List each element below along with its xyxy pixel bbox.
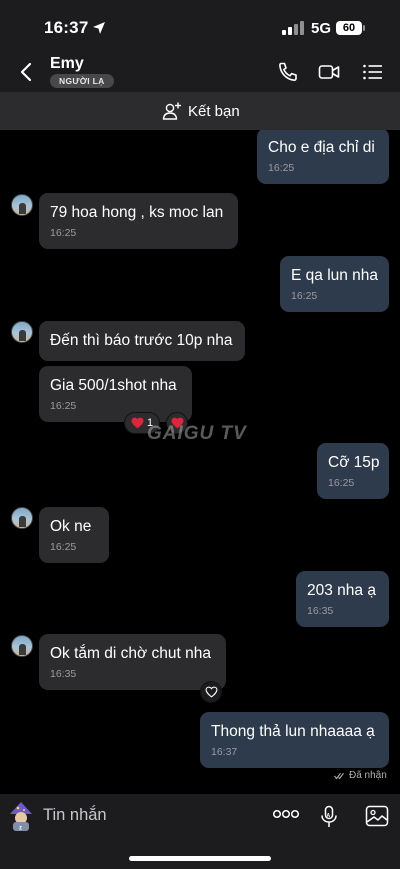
battery-icon: 60 — [336, 21, 362, 35]
list-menu-icon[interactable] — [361, 60, 385, 84]
avatar[interactable] — [11, 635, 33, 657]
home-indicator — [129, 856, 271, 861]
chevron-left-icon[interactable] — [14, 58, 40, 86]
location-arrow-icon — [93, 22, 105, 34]
image-gallery-icon[interactable] — [365, 805, 389, 827]
message-input-bar: z Tin nhắn A — [0, 794, 400, 869]
react-button[interactable] — [200, 681, 222, 703]
message-time: 16:25 — [328, 477, 355, 489]
message-time: 16:25 — [268, 162, 295, 174]
message-text: Đến thì báo trước 10p nha — [50, 332, 233, 349]
more-dots-icon[interactable] — [273, 809, 299, 819]
message-bubble-outgoing[interactable]: Thong thả lun nhaaaa ạ 16:37 — [200, 712, 389, 768]
sticker-icon[interactable]: z — [6, 800, 36, 832]
status-bar: 16:37 5G 60 — [0, 0, 400, 52]
phone-icon[interactable] — [276, 60, 300, 84]
message-text: 203 nha ạ — [307, 582, 376, 599]
message-bubble-outgoing[interactable]: 203 nha ạ 16:35 — [296, 571, 389, 627]
add-person-icon — [162, 102, 181, 120]
message-bubble-outgoing[interactable]: Cho e địa chỉ di 16:25 — [257, 130, 389, 184]
network-label: 5G — [311, 20, 332, 37]
message-text: Cho e địa chỉ di — [268, 139, 375, 156]
avatar[interactable] — [11, 321, 33, 343]
message-bubble-incoming[interactable]: Đến thì báo trước 10p nha — [39, 321, 245, 361]
signal-icon — [282, 21, 304, 35]
chat-header: Emy NGƯỜI LẠ — [0, 52, 400, 92]
message-text: Gia 500/1shot nha — [50, 377, 177, 394]
message-time: 16:35 — [50, 668, 77, 680]
delivery-status: Đã nhận — [334, 770, 387, 781]
delivery-label: Đã nhận — [349, 770, 387, 781]
svg-text:z: z — [19, 826, 22, 832]
message-time: 16:25 — [50, 400, 77, 412]
message-text: Thong thả lun nhaaaa ạ — [211, 723, 375, 740]
message-input[interactable]: Tin nhắn — [43, 806, 107, 825]
message-text: Ok ne — [50, 518, 92, 535]
message-bubble-outgoing[interactable]: Cỡ 15p 16:25 — [317, 443, 389, 499]
message-text: Ok tắm di chờ chut nha — [50, 645, 211, 662]
video-camera-icon[interactable] — [317, 60, 341, 84]
heart-outline-icon — [205, 686, 218, 698]
heart-icon — [131, 417, 144, 429]
message-time: 16:25 — [50, 541, 77, 553]
message-time: 16:35 — [307, 605, 334, 617]
stranger-badge: NGƯỜI LẠ — [50, 74, 114, 88]
add-friend-bar[interactable]: Kết bạn — [0, 92, 400, 130]
message-time: 16:25 — [50, 227, 77, 239]
message-time: 16:37 — [211, 746, 238, 758]
watermark: GAIGU TV — [147, 423, 247, 444]
message-bubble-outgoing[interactable]: E qa lun nha 16:25 — [280, 256, 389, 312]
add-friend-button[interactable]: Kết bạn — [162, 101, 240, 121]
message-bubble-incoming[interactable]: 79 hoa hong , ks moc lan 16:25 — [39, 193, 238, 249]
message-bubble-incoming[interactable]: Ok ne 16:25 — [39, 507, 109, 563]
svg-text:A: A — [327, 813, 331, 819]
message-text: E qa lun nha — [291, 267, 379, 284]
message-bubble-incoming[interactable]: Ok tắm di chờ chut nha 16:35 — [39, 634, 226, 690]
message-time: 16:25 — [291, 290, 318, 302]
status-time: 16:37 — [44, 18, 89, 37]
double-check-icon — [334, 772, 344, 779]
add-friend-label: Kết bạn — [188, 102, 240, 120]
microphone-icon[interactable]: A — [319, 805, 339, 829]
message-list[interactable]: Cho e địa chỉ di 16:25 79 hoa hong , ks … — [0, 130, 400, 792]
avatar[interactable] — [11, 507, 33, 529]
battery-tip — [363, 25, 365, 31]
message-text: Cỡ 15p — [328, 454, 380, 471]
message-text: 79 hoa hong , ks moc lan — [50, 204, 224, 221]
contact-name[interactable]: Emy — [50, 55, 84, 73]
avatar[interactable] — [11, 194, 33, 216]
